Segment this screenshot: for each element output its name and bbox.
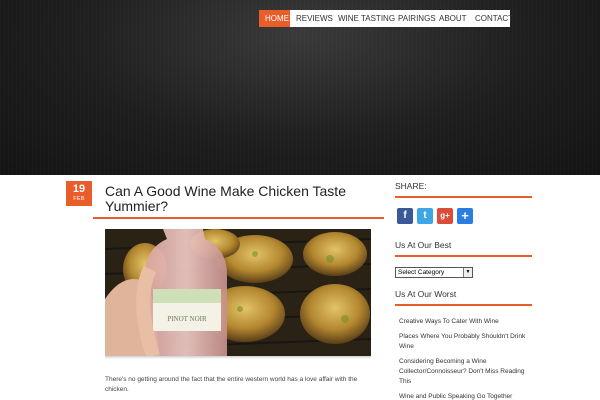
post-date-day: 19 xyxy=(72,183,86,195)
post-date-month: FEB xyxy=(73,196,85,202)
bottle-label-text: PINOT NOIR xyxy=(167,315,207,323)
list-item[interactable]: Considering Becoming a Wine Collector/Co… xyxy=(399,357,536,387)
main-nav: HOME REVIEWS WINE TASTING PAIRINGS ABOUT… xyxy=(259,10,513,27)
list-item[interactable]: Wine and Public Speaking Go Together xyxy=(399,392,536,400)
nav-home[interactable]: HOME xyxy=(259,10,290,27)
share-divider xyxy=(395,196,532,198)
addthis-icon[interactable]: + xyxy=(457,208,473,224)
share-heading: SHARE: xyxy=(395,181,427,191)
post-excerpt: There's no getting around the fact that … xyxy=(105,376,358,393)
header-banner: HOME REVIEWS WINE TASTING PAIRINGS ABOUT… xyxy=(0,0,600,175)
category-select-value: Select Category xyxy=(398,269,445,276)
chevron-down-icon: ▼ xyxy=(463,268,472,277)
twitter-icon[interactable]: t xyxy=(417,208,433,224)
list-item[interactable]: Creative Ways To Cater With Wine xyxy=(399,317,536,327)
post-title[interactable]: Can A Good Wine Make Chicken Taste Yummi… xyxy=(105,184,380,214)
image-shadow xyxy=(105,356,371,359)
best-divider xyxy=(395,255,532,257)
nav-reviews[interactable]: REVIEWS xyxy=(290,10,333,27)
worst-divider xyxy=(395,304,532,306)
best-heading: Us At Our Best xyxy=(395,240,452,250)
list-item[interactable]: Places Where You Probably Shouldn't Drin… xyxy=(399,332,536,352)
post-featured-image[interactable]: PINOT NOIR xyxy=(105,229,371,356)
post-date-badge: 19 FEB xyxy=(66,181,92,206)
share-icons: f t g+ + xyxy=(397,208,473,224)
category-select[interactable]: Select Category ▼ xyxy=(395,267,473,278)
nav-wine-tasting[interactable]: WINE TASTING xyxy=(332,10,395,27)
title-divider xyxy=(93,217,384,219)
nav-contact[interactable]: CONTACT xyxy=(469,10,513,27)
nav-about[interactable]: ABOUT xyxy=(433,10,469,27)
nav-pairings[interactable]: PAIRINGS xyxy=(392,10,436,27)
facebook-icon[interactable]: f xyxy=(397,208,413,224)
worst-post-list: Creative Ways To Cater With Wine Places … xyxy=(399,317,536,400)
worst-heading: Us At Our Worst xyxy=(395,289,457,299)
google-plus-icon[interactable]: g+ xyxy=(437,208,453,224)
grill-photo: PINOT NOIR xyxy=(105,229,371,356)
